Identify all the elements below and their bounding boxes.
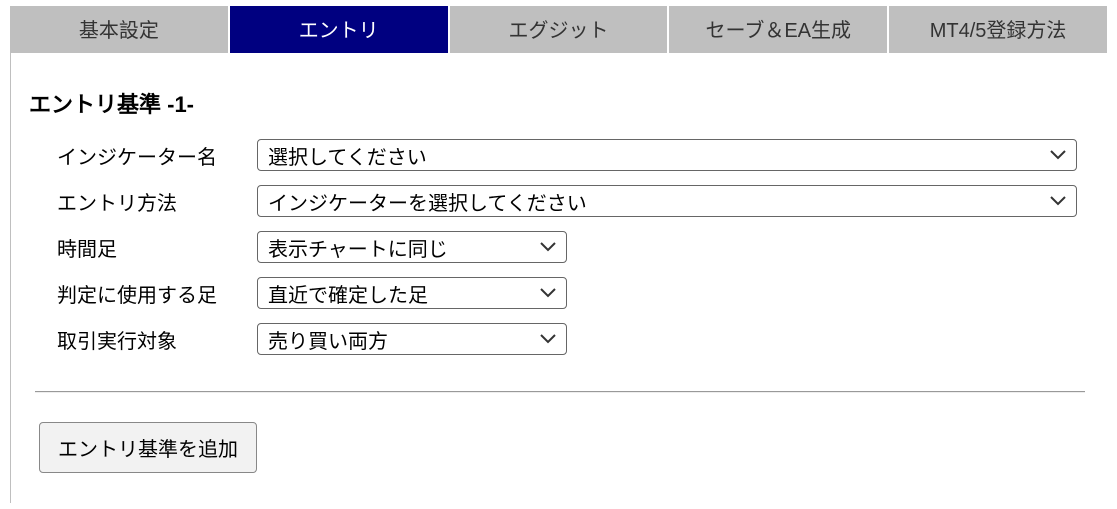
select-entry-method-value: インジケーターを選択してください — [268, 187, 587, 216]
row-entry-method: エントリ方法 インジケーターを選択してください — [57, 185, 1097, 217]
select-indicator-name-value: 選択してください — [268, 141, 427, 170]
row-timeframe: 時間足 表示チャートに同じ — [57, 231, 1097, 263]
tab-exit[interactable]: エグジット — [450, 6, 668, 53]
divider — [35, 391, 1085, 392]
select-timeframe[interactable]: 表示チャートに同じ — [257, 231, 567, 263]
entry-panel: エントリ基準 -1- インジケーター名 選択してください エントリ方法 インジケ… — [10, 53, 1107, 503]
tab-entry[interactable]: エントリ — [230, 6, 448, 53]
select-judge-bar-value: 直近で確定した足 — [268, 279, 428, 308]
label-timeframe: 時間足 — [57, 233, 257, 262]
row-trade-target: 取引実行対象 売り買い両方 — [57, 323, 1097, 355]
select-trade-target-value: 売り買い両方 — [268, 325, 388, 354]
label-entry-method: エントリ方法 — [57, 187, 257, 216]
label-judge-bar: 判定に使用する足 — [57, 279, 257, 308]
label-trade-target: 取引実行対象 — [57, 325, 257, 354]
row-judge-bar: 判定に使用する足 直近で確定した足 — [57, 277, 1097, 309]
tab-bar: 基本設定 エントリ エグジット セーブ＆EA生成 MT4/5登録方法 — [0, 0, 1117, 53]
select-indicator-name[interactable]: 選択してください — [257, 139, 1077, 171]
tab-save-ea[interactable]: セーブ＆EA生成 — [669, 6, 887, 53]
chevron-down-icon — [1050, 196, 1066, 206]
chevron-down-icon — [540, 288, 556, 298]
row-indicator-name: インジケーター名 選択してください — [57, 139, 1097, 171]
section-title: エントリ基準 -1- — [29, 87, 1097, 119]
tab-basic-settings[interactable]: 基本設定 — [10, 6, 228, 53]
chevron-down-icon — [540, 242, 556, 252]
select-timeframe-value: 表示チャートに同じ — [268, 233, 448, 262]
select-trade-target[interactable]: 売り買い両方 — [257, 323, 567, 355]
select-judge-bar[interactable]: 直近で確定した足 — [257, 277, 567, 309]
select-entry-method[interactable]: インジケーターを選択してください — [257, 185, 1077, 217]
chevron-down-icon — [540, 334, 556, 344]
chevron-down-icon — [1050, 150, 1066, 160]
add-entry-criteria-button[interactable]: エントリ基準を追加 — [39, 422, 257, 473]
tab-mt45-registration[interactable]: MT4/5登録方法 — [889, 6, 1107, 53]
label-indicator-name: インジケーター名 — [57, 141, 257, 170]
